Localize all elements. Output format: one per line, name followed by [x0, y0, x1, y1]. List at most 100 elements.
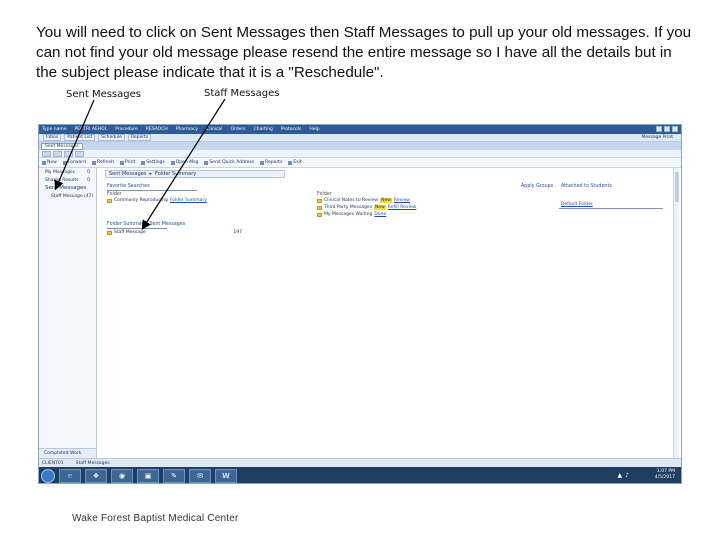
toolbar-quick-address-button[interactable]: Send Quick Address [204, 160, 254, 165]
toolbar-open-button[interactable]: Open Msg [170, 160, 199, 165]
network-icon[interactable]: ▲ [618, 472, 623, 479]
start-button[interactable] [41, 469, 55, 483]
toolbar-forward-button[interactable]: Forward [62, 160, 86, 165]
clock-date: 4/5/2017 [654, 475, 675, 480]
completed-work-bar[interactable]: Completed Work [39, 448, 96, 458]
row-link[interactable]: Refill Review [388, 205, 417, 210]
window-titlebar: Type name PECTRI AEHOL Procedure RESAOCH… [39, 125, 681, 134]
row-link[interactable]: Review [394, 198, 410, 203]
folder-count: 0 [87, 177, 90, 183]
menu-tab-inbox[interactable]: Inbox [43, 134, 62, 141]
row-label: Staff Message [114, 230, 146, 235]
titlebar-item[interactable]: Procedure [115, 127, 138, 132]
close-button[interactable] [672, 126, 678, 132]
refresh-icon [91, 160, 96, 165]
favorites-row[interactable]: Commonly Reproducing Folder Summary [107, 198, 207, 203]
toolbar-label: Open Msg [175, 160, 199, 165]
app-window-icon[interactable]: ▣ [137, 469, 159, 483]
folder-pane: My Messages 0 Shared Results 0 Sent Mess… [39, 168, 97, 458]
toolbar-icon[interactable] [64, 150, 73, 157]
toolbar-icon[interactable] [53, 150, 62, 157]
right-label-groups: Apply Groups [521, 184, 554, 189]
titlebar-item: Type name [42, 127, 67, 132]
staff-message-row[interactable]: Staff Message 197 [107, 230, 242, 235]
scrollbar-thumb[interactable] [675, 172, 679, 202]
right-label-attached: Attached to Students [561, 184, 612, 189]
new-icon [42, 160, 46, 165]
row-link[interactable]: Done [374, 212, 386, 217]
tab-strip: Sent Messages [39, 142, 681, 150]
row-link[interactable]: Folder Summary [170, 198, 207, 203]
chevron-right-icon: ▸ [149, 171, 153, 177]
toolbar-new-button[interactable]: New [42, 160, 57, 165]
menu-right-actions[interactable]: Message Print [641, 135, 673, 140]
row-label: Clinical Notes to Review [324, 198, 379, 203]
toolbar-reports-button[interactable]: Reports [260, 160, 282, 165]
menu-tab-patient-list[interactable]: Patient List [64, 134, 96, 141]
toolbar-label: Send Quick Address [209, 160, 255, 165]
new-badge: New [380, 198, 392, 203]
right-link-row[interactable]: Default Folder [561, 202, 593, 207]
titlebar-item[interactable]: Help [309, 127, 319, 132]
folder-shared-results[interactable]: Shared Results 0 [39, 176, 96, 184]
maximize-button[interactable] [664, 126, 670, 132]
word-icon[interactable]: W [215, 469, 237, 483]
toolbar-icon[interactable] [42, 150, 51, 157]
system-tray: ▲ ♪ [618, 472, 629, 479]
folder-icon [317, 198, 322, 203]
status-left: CLIENT01 [42, 460, 64, 466]
divider [107, 228, 167, 229]
folder-icon [317, 212, 322, 217]
report-icon [260, 160, 265, 165]
folder-icon [107, 198, 112, 203]
minimize-button[interactable] [656, 126, 662, 132]
toolbar-exit-button[interactable]: Exit [288, 160, 302, 165]
divider [107, 190, 197, 191]
middle-row[interactable]: Third Party Messages New Refill Review [317, 205, 416, 210]
menu-tab-reports[interactable]: Reports [127, 134, 152, 141]
titlebar-item[interactable]: Orders [230, 127, 245, 132]
toolbar-refresh-button[interactable]: Refresh [91, 160, 114, 165]
titlebar-item[interactable]: Protocols [281, 127, 301, 132]
chrome-icon[interactable]: ◉ [111, 469, 133, 483]
toolbar-settings-button[interactable]: Settings [141, 160, 165, 165]
mail-icon[interactable]: ✉ [189, 469, 211, 483]
toolbar-icon[interactable] [75, 150, 84, 157]
forward-icon [62, 160, 67, 165]
main-pane: Sent Messages ▸ Folder Summary Favorite … [101, 168, 667, 458]
toolbar-label: Refresh [96, 160, 114, 165]
default-folder-link[interactable]: Default Folder [561, 202, 593, 207]
row-label: My Messages Waiting [324, 212, 373, 217]
breadcrumb-part: Folder Summary [155, 171, 197, 177]
tab-sent-messages[interactable]: Sent Messages [41, 142, 83, 150]
toolbar-print-button[interactable]: Print [119, 160, 135, 165]
middle-row[interactable]: Clinical Notes to Review New Review [317, 198, 410, 203]
folder-staff-messages[interactable]: Staff Message (47) [39, 192, 96, 200]
folder-summary-title: Folder Summary: Sent Messages [107, 222, 186, 227]
ie-icon[interactable]: e [59, 469, 81, 483]
titlebar-item[interactable]: Clinical [206, 127, 222, 132]
titlebar-item: PECTRI AEHOL [74, 127, 108, 132]
notes-icon[interactable]: ✎ [163, 469, 185, 483]
folder-sent-messages[interactable]: Sent Messages [39, 184, 96, 192]
breadcrumb-part[interactable]: Sent Messages [109, 171, 147, 177]
folder-label: Sent Messages [45, 185, 87, 191]
middle-row[interactable]: My Messages Waiting Done [317, 212, 386, 217]
volume-icon[interactable]: ♪ [625, 472, 629, 479]
clock[interactable]: 1:07 PM 4/5/2017 [655, 469, 675, 481]
folder-label: Shared Results [45, 177, 79, 183]
toolbar-label: Reports [265, 160, 283, 165]
gear-icon [141, 160, 146, 165]
action-toolbar: New Forward Refresh Print Settings Open … [39, 158, 681, 168]
explorer-icon[interactable]: ❖ [85, 469, 107, 483]
vertical-scrollbar[interactable] [673, 168, 679, 458]
folder-icon [317, 205, 322, 210]
titlebar-item[interactable]: RESAOCH [146, 127, 168, 132]
titlebar-item[interactable]: Charting [254, 127, 273, 132]
divider [559, 208, 663, 209]
menu-tab-schedule[interactable]: Schedule [98, 134, 125, 141]
folder-my-messages[interactable]: My Messages 0 [39, 168, 96, 176]
toolbar-label: Forward [67, 160, 86, 165]
titlebar-item[interactable]: Pharmacy [176, 127, 198, 132]
status-right: Staff Messages [75, 460, 110, 466]
